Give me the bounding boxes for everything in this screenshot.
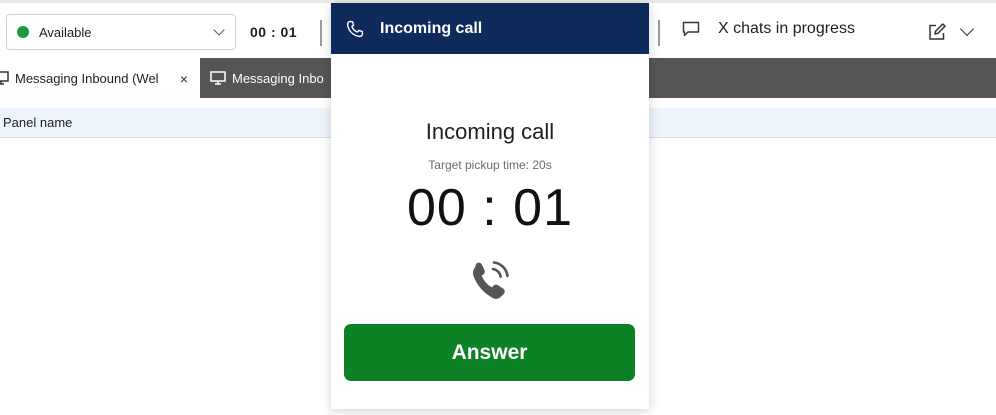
- panel-name: Panel name: [3, 115, 73, 130]
- phone-icon: [346, 20, 364, 37]
- status-label: Available: [39, 24, 92, 40]
- pickup-target-time: Target pickup time: 20s: [428, 158, 552, 172]
- status-timer: 00 : 01: [250, 24, 298, 40]
- edit-icon[interactable]: [928, 23, 946, 41]
- monitor-icon: [210, 71, 226, 85]
- chats-in-progress[interactable]: X chats in progress: [682, 20, 855, 38]
- chevron-down-icon[interactable]: [959, 21, 975, 37]
- tab-label: Messaging Inbo: [232, 70, 324, 86]
- chevron-down-icon: [213, 24, 225, 36]
- status-indicator-icon: [17, 26, 29, 38]
- call-timer: 00 : 01: [406, 179, 574, 237]
- close-icon[interactable]: ×: [180, 71, 188, 87]
- toolbar-divider: [320, 20, 322, 46]
- toolbar-divider: [658, 20, 660, 46]
- chats-in-progress-label: X chats in progress: [718, 20, 855, 37]
- popup-title: Incoming call: [380, 19, 483, 37]
- popup-header: Incoming call: [331, 3, 649, 54]
- answer-button[interactable]: Answer: [344, 324, 635, 381]
- tab-label: Messaging Inbound (Wel: [15, 70, 159, 86]
- status-dropdown[interactable]: Available: [6, 14, 236, 50]
- tab-messaging-inbound[interactable]: Messaging Inbo: [200, 58, 335, 98]
- chat-bubble-icon: [682, 21, 700, 37]
- phone-ringing-icon: [472, 261, 509, 299]
- call-heading: Incoming call: [425, 119, 555, 144]
- monitor-icon: [0, 71, 9, 85]
- incoming-call-popup: Incoming call Incoming call Target picku…: [331, 3, 649, 409]
- tab-messaging-inbound-web[interactable]: Messaging Inbound (Wel ×: [0, 58, 200, 98]
